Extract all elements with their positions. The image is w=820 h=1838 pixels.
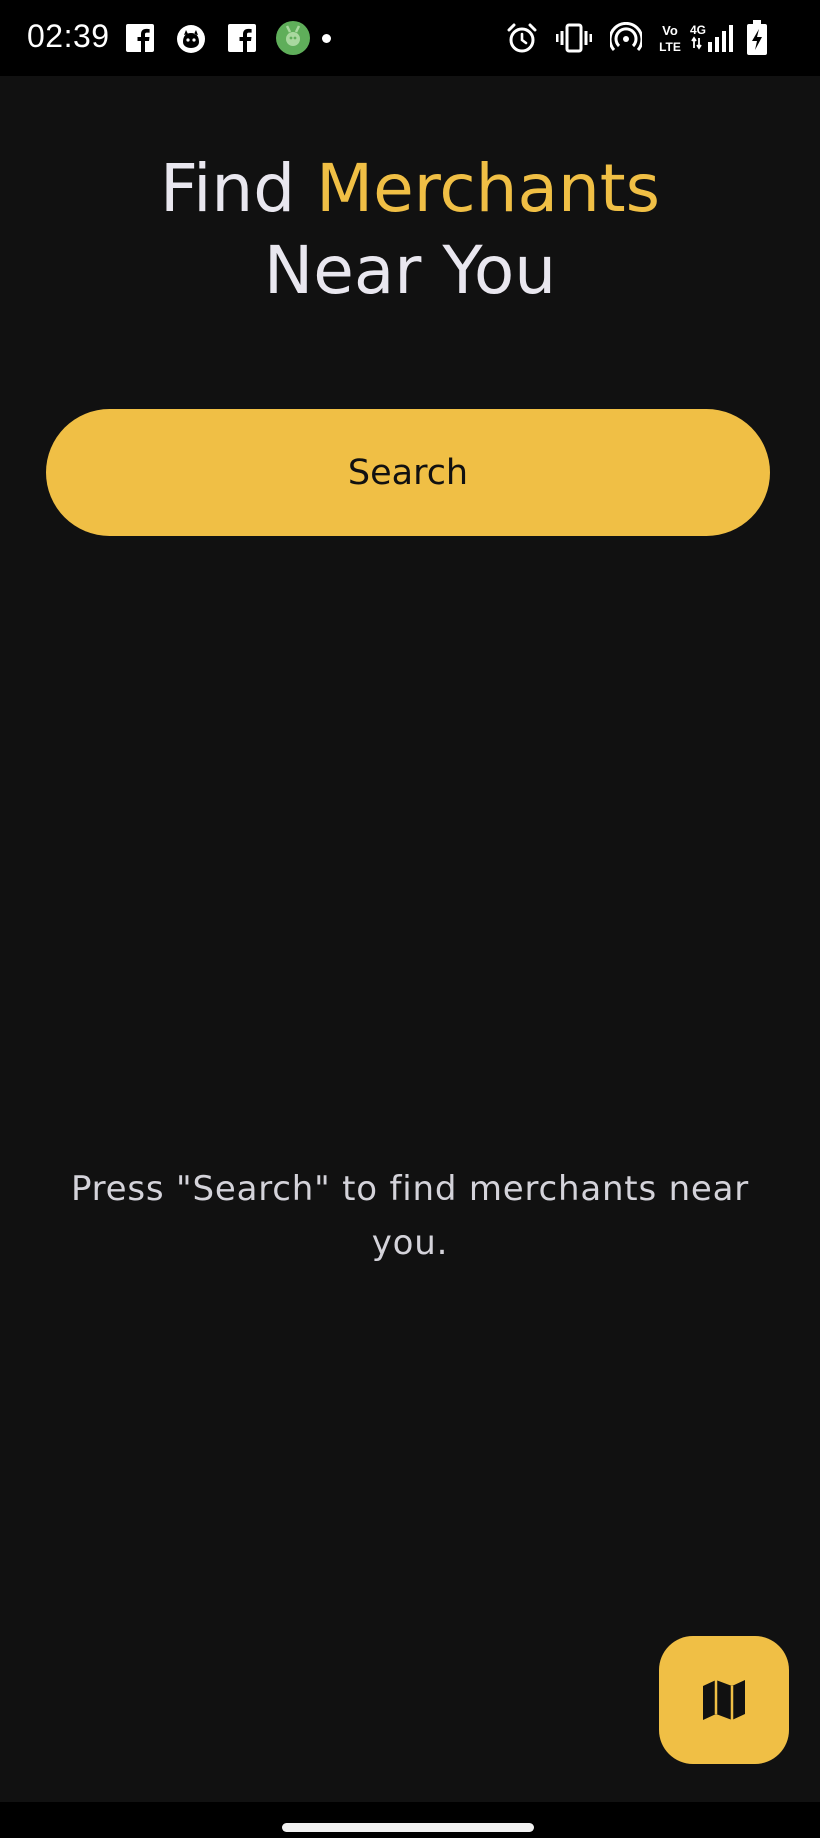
page-title: Find Merchants Near You xyxy=(0,148,820,312)
navigation-bar xyxy=(0,1802,820,1838)
status-bar: 02:39 Vo LTE 4G xyxy=(0,0,820,76)
hotspot-icon xyxy=(610,22,642,51)
green-app-icon xyxy=(276,21,310,55)
app-screen: 02:39 Vo LTE 4G Find Merchants Near You … xyxy=(0,0,820,1838)
title-line-2: Near You xyxy=(263,232,557,309)
signal-4g-icon: 4G xyxy=(690,23,733,52)
status-time: 02:39 xyxy=(27,18,110,54)
vibrate-icon xyxy=(556,23,592,53)
title-line-1: Find Merchants xyxy=(0,148,820,230)
alarm-icon xyxy=(507,23,537,53)
more-notifications-icon xyxy=(322,34,331,43)
svg-text:LTE: LTE xyxy=(659,40,681,54)
home-indicator[interactable] xyxy=(282,1823,534,1832)
battery-charging-icon xyxy=(747,20,767,55)
svg-text:Vo: Vo xyxy=(662,23,678,38)
svg-text:4G: 4G xyxy=(690,23,706,37)
search-button[interactable]: Search xyxy=(46,409,770,536)
volte-icon: Vo LTE xyxy=(659,23,681,54)
cat-app-icon xyxy=(177,25,205,53)
map-icon xyxy=(703,1680,745,1720)
facebook-icon xyxy=(228,24,256,52)
title-merchants: Merchants xyxy=(316,150,661,227)
search-hint: Press "Search" to find merchants near yo… xyxy=(70,1169,750,1263)
facebook-icon xyxy=(126,24,154,52)
map-button[interactable] xyxy=(659,1636,789,1764)
title-find: Find xyxy=(159,150,296,227)
